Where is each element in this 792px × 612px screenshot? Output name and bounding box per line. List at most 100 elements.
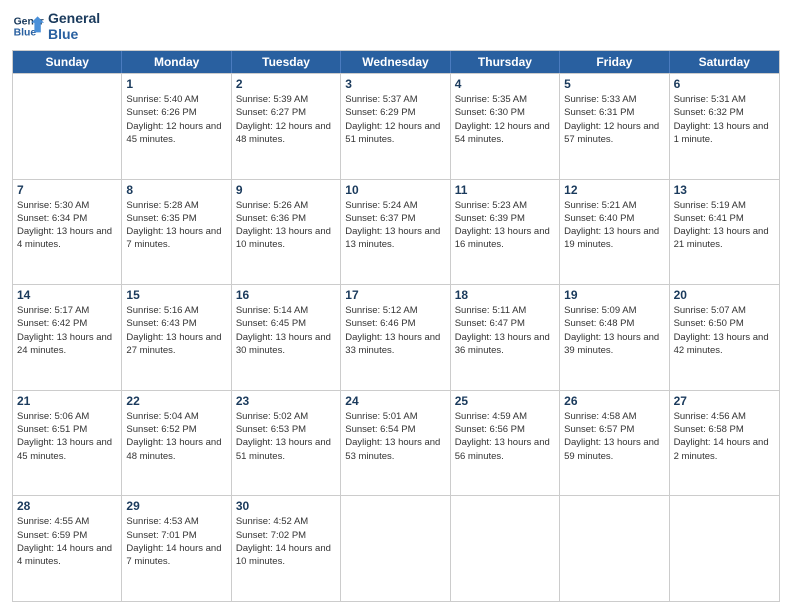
day-number: 9 [236,183,336,197]
weekday-header-sunday: Sunday [13,51,122,73]
page-header: General Blue General Blue [12,10,780,42]
day-info: Sunrise: 5:37 AMSunset: 6:29 PMDaylight:… [345,93,445,146]
svg-text:Blue: Blue [14,28,37,39]
day-info: Sunrise: 4:52 AMSunset: 7:02 PMDaylight:… [236,515,336,568]
calendar-day-16: 16 Sunrise: 5:14 AMSunset: 6:45 PMDayligh… [232,285,341,390]
day-info: Sunrise: 5:40 AMSunset: 6:26 PMDaylight:… [126,93,226,146]
day-number: 28 [17,499,117,513]
day-number: 7 [17,183,117,197]
day-number: 21 [17,394,117,408]
weekday-header-tuesday: Tuesday [232,51,341,73]
day-number: 11 [455,183,555,197]
day-number: 12 [564,183,664,197]
day-info: Sunrise: 5:19 AMSunset: 6:41 PMDaylight:… [674,199,775,252]
day-number: 8 [126,183,226,197]
day-info: Sunrise: 5:12 AMSunset: 6:46 PMDaylight:… [345,304,445,357]
calendar-day-empty [560,496,669,601]
calendar-day-8: 8Sunrise: 5:28 AMSunset: 6:35 PMDaylight… [122,180,231,285]
calendar-day-24: 24 Sunrise: 5:01 AMSunset: 6:54 PMDayligh… [341,391,450,496]
day-info: Sunrise: 5:06 AMSunset: 6:51 PMDaylight:… [17,410,117,463]
logo-icon: General Blue [12,10,44,42]
weekday-header-saturday: Saturday [670,51,779,73]
calendar-day-18: 18 Sunrise: 5:11 AMSunset: 6:47 PMDayligh… [451,285,560,390]
calendar-day-4: 4 Sunrise: 5:35 AMSunset: 6:30 PMDaylight… [451,74,560,179]
day-info: Sunrise: 5:11 AMSunset: 6:47 PMDaylight:… [455,304,555,357]
calendar-week-3: 14Sunrise: 5:17 AMSunset: 6:42 PMDayligh… [13,284,779,390]
day-info: Sunrise: 5:30 AMSunset: 6:34 PMDaylight:… [17,199,117,252]
calendar-day-25: 25 Sunrise: 4:59 AMSunset: 6:56 PMDayligh… [451,391,560,496]
day-info: Sunrise: 5:07 AMSunset: 6:50 PMDaylight:… [674,304,775,357]
day-number: 30 [236,499,336,513]
calendar-week-4: 21 Sunrise: 5:06 AMSunset: 6:51 PMDayligh… [13,390,779,496]
day-number: 1 [126,77,226,91]
day-number: 4 [455,77,555,91]
calendar-day-6: 6 Sunrise: 5:31 AMSunset: 6:32 PMDaylight… [670,74,779,179]
calendar-day-20: 20Sunrise: 5:07 AMSunset: 6:50 PMDayligh… [670,285,779,390]
calendar-day-21: 21 Sunrise: 5:06 AMSunset: 6:51 PMDayligh… [13,391,122,496]
logo-text-blue: Blue [48,26,100,42]
day-info: Sunrise: 5:14 AMSunset: 6:45 PMDaylight:… [236,304,336,357]
logo: General Blue General Blue [12,10,100,42]
day-info: Sunrise: 4:53 AMSunset: 7:01 PMDaylight:… [126,515,226,568]
calendar-day-23: 23Sunrise: 5:02 AMSunset: 6:53 PMDayligh… [232,391,341,496]
calendar-day-19: 19 Sunrise: 5:09 AMSunset: 6:48 PMDayligh… [560,285,669,390]
calendar-week-1: 1 Sunrise: 5:40 AMSunset: 6:26 PMDaylight… [13,73,779,179]
calendar-day-14: 14Sunrise: 5:17 AMSunset: 6:42 PMDayligh… [13,285,122,390]
day-info: Sunrise: 5:09 AMSunset: 6:48 PMDaylight:… [564,304,664,357]
day-info: Sunrise: 5:04 AMSunset: 6:52 PMDaylight:… [126,410,226,463]
day-number: 26 [564,394,664,408]
weekday-header-friday: Friday [560,51,669,73]
day-info: Sunrise: 4:55 AMSunset: 6:59 PMDaylight:… [17,515,117,568]
day-number: 6 [674,77,775,91]
day-number: 16 [236,288,336,302]
calendar-day-empty [670,496,779,601]
day-number: 2 [236,77,336,91]
calendar-day-12: 12Sunrise: 5:21 AMSunset: 6:40 PMDayligh… [560,180,669,285]
calendar-day-27: 27 Sunrise: 4:56 AMSunset: 6:58 PMDayligh… [670,391,779,496]
day-info: Sunrise: 5:26 AMSunset: 6:36 PMDaylight:… [236,199,336,252]
calendar-day-empty [451,496,560,601]
calendar-day-3: 3 Sunrise: 5:37 AMSunset: 6:29 PMDaylight… [341,74,450,179]
weekday-header-wednesday: Wednesday [341,51,450,73]
day-number: 10 [345,183,445,197]
calendar-day-empty [13,74,122,179]
calendar-day-28: 28 Sunrise: 4:55 AMSunset: 6:59 PMDayligh… [13,496,122,601]
calendar-page: General Blue General Blue SundayMondayTu… [0,0,792,612]
day-info: Sunrise: 5:02 AMSunset: 6:53 PMDaylight:… [236,410,336,463]
calendar-day-22: 22Sunrise: 5:04 AMSunset: 6:52 PMDayligh… [122,391,231,496]
day-number: 25 [455,394,555,408]
calendar-day-5: 5Sunrise: 5:33 AMSunset: 6:31 PMDaylight… [560,74,669,179]
day-info: Sunrise: 5:16 AMSunset: 6:43 PMDaylight:… [126,304,226,357]
day-info: Sunrise: 4:59 AMSunset: 6:56 PMDaylight:… [455,410,555,463]
day-number: 29 [126,499,226,513]
calendar-day-empty [341,496,450,601]
day-number: 17 [345,288,445,302]
day-info: Sunrise: 4:58 AMSunset: 6:57 PMDaylight:… [564,410,664,463]
calendar-day-1: 1 Sunrise: 5:40 AMSunset: 6:26 PMDaylight… [122,74,231,179]
day-info: Sunrise: 5:39 AMSunset: 6:27 PMDaylight:… [236,93,336,146]
day-number: 3 [345,77,445,91]
day-info: Sunrise: 5:24 AMSunset: 6:37 PMDaylight:… [345,199,445,252]
calendar-day-29: 29 Sunrise: 4:53 AMSunset: 7:01 PMDayligh… [122,496,231,601]
calendar-body: 1 Sunrise: 5:40 AMSunset: 6:26 PMDaylight… [13,73,779,601]
calendar-day-2: 2 Sunrise: 5:39 AMSunset: 6:27 PMDaylight… [232,74,341,179]
day-info: Sunrise: 5:23 AMSunset: 6:39 PMDaylight:… [455,199,555,252]
day-info: Sunrise: 5:01 AMSunset: 6:54 PMDaylight:… [345,410,445,463]
day-info: Sunrise: 4:56 AMSunset: 6:58 PMDaylight:… [674,410,775,463]
day-info: Sunrise: 5:31 AMSunset: 6:32 PMDaylight:… [674,93,775,146]
day-number: 13 [674,183,775,197]
day-number: 19 [564,288,664,302]
day-number: 14 [17,288,117,302]
day-number: 27 [674,394,775,408]
day-info: Sunrise: 5:35 AMSunset: 6:30 PMDaylight:… [455,93,555,146]
calendar-day-15: 15Sunrise: 5:16 AMSunset: 6:43 PMDayligh… [122,285,231,390]
day-info: Sunrise: 5:33 AMSunset: 6:31 PMDaylight:… [564,93,664,146]
day-number: 18 [455,288,555,302]
calendar-day-17: 17 Sunrise: 5:12 AMSunset: 6:46 PMDayligh… [341,285,450,390]
calendar: SundayMondayTuesdayWednesdayThursdayFrid… [12,50,780,602]
calendar-day-13: 13 Sunrise: 5:19 AMSunset: 6:41 PMDayligh… [670,180,779,285]
day-number: 24 [345,394,445,408]
weekday-header-monday: Monday [122,51,231,73]
calendar-day-9: 9 Sunrise: 5:26 AMSunset: 6:36 PMDaylight… [232,180,341,285]
calendar-day-11: 11 Sunrise: 5:23 AMSunset: 6:39 PMDayligh… [451,180,560,285]
